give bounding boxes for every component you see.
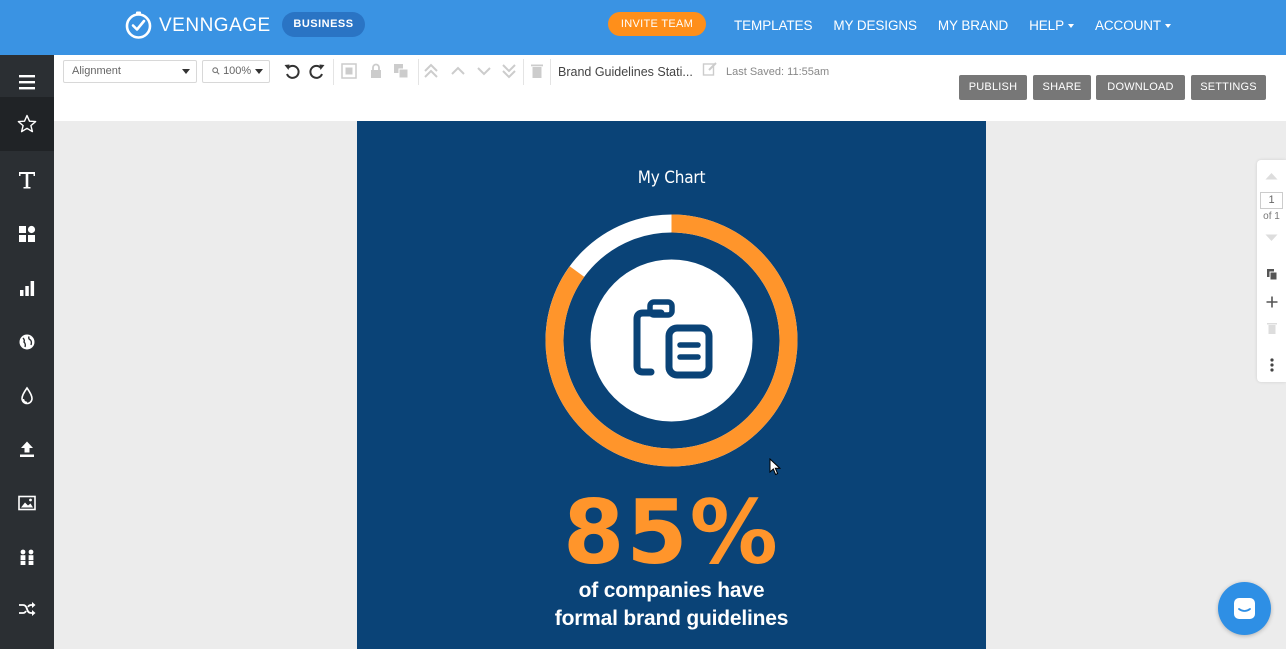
star-icon xyxy=(17,114,37,133)
undo-icon[interactable] xyxy=(283,62,301,80)
publish-button[interactable]: PUBLISH xyxy=(959,75,1027,100)
invite-team-button[interactable]: INVITE TEAM xyxy=(608,12,706,36)
sidebar-text[interactable] xyxy=(0,153,54,207)
nav-help[interactable]: HELP xyxy=(1029,18,1074,33)
nav-account-label: ACCOUNT xyxy=(1095,17,1162,33)
document-title[interactable]: Brand Guidelines Stati... xyxy=(558,65,693,79)
toolbar-divider xyxy=(418,59,419,85)
duplicate-icon[interactable] xyxy=(392,62,410,80)
chart-icon xyxy=(20,281,35,296)
top-navbar: VENNGAGE BUSINESS INVITE TEAM TEMPLATES … xyxy=(0,0,1286,55)
drop-icon xyxy=(21,386,33,405)
settings-button[interactable]: SETTINGS xyxy=(1191,75,1266,100)
chat-launcher[interactable] xyxy=(1218,582,1271,635)
sidebar-charts[interactable] xyxy=(0,261,54,315)
lock-icon[interactable] xyxy=(367,62,385,80)
bring-to-front-icon[interactable] xyxy=(422,62,440,80)
search-icon xyxy=(212,67,220,75)
chevron-down-icon xyxy=(255,69,263,74)
zoom-select[interactable]: 100% xyxy=(202,60,270,83)
more-options-icon[interactable] xyxy=(1270,358,1274,372)
bring-forward-icon[interactable] xyxy=(449,62,467,80)
upload-icon xyxy=(20,441,34,457)
sidebar-maps[interactable] xyxy=(0,315,54,369)
image-icon xyxy=(18,495,36,511)
page-down-icon[interactable] xyxy=(1265,234,1278,242)
app-window: VENNGAGE BUSINESS INVITE TEAM TEMPLATES … xyxy=(0,0,1286,649)
sidebar-icons[interactable] xyxy=(0,530,54,584)
plan-badge: BUSINESS xyxy=(282,12,365,37)
venngage-logo[interactable]: VENNGAGE xyxy=(124,11,271,40)
brand-name: VENNGAGE xyxy=(159,14,271,36)
group-icon[interactable] xyxy=(340,62,358,80)
copy-page-icon[interactable] xyxy=(1266,268,1278,281)
stat-caption-line-2[interactable]: formal brand guidelines xyxy=(357,607,986,631)
sidebar-favorites[interactable] xyxy=(0,97,54,151)
current-page-field[interactable]: 1 xyxy=(1260,192,1283,209)
send-backward-icon[interactable] xyxy=(475,62,493,80)
nav-my-designs[interactable]: MY DESIGNS xyxy=(833,18,917,33)
stat-value[interactable]: 85% xyxy=(357,489,986,577)
chevron-down-icon xyxy=(1165,23,1172,28)
left-sidebar xyxy=(0,55,54,649)
editor-toolbar: Alignment 100% Brand Guidelines Stati...… xyxy=(54,55,1286,121)
delete-page-icon[interactable] xyxy=(1267,322,1277,334)
people-icon xyxy=(20,549,34,565)
send-to-back-icon[interactable] xyxy=(500,62,518,80)
sidebar-images[interactable] xyxy=(0,476,54,530)
mouse-cursor-icon xyxy=(769,458,781,476)
stat-caption-line-1[interactable]: of companies have xyxy=(357,579,986,603)
redo-icon[interactable] xyxy=(308,62,326,80)
toolbar-divider xyxy=(523,59,524,85)
page-navigator: 1 of 1 xyxy=(1257,160,1286,382)
shapes-icon xyxy=(19,225,36,242)
zoom-value: 100% xyxy=(223,65,252,77)
nav-links: TEMPLATES MY DESIGNS MY BRAND HELP ACCOU… xyxy=(734,0,1192,50)
toolbar-divider xyxy=(333,59,334,85)
sidebar-shapes[interactable] xyxy=(0,207,54,261)
trash-icon[interactable] xyxy=(528,62,546,80)
sidebar-colors[interactable] xyxy=(0,369,54,423)
text-icon xyxy=(19,172,35,189)
donut-chart[interactable] xyxy=(544,213,799,468)
chart-title[interactable]: My Chart xyxy=(357,168,986,188)
nav-help-label: HELP xyxy=(1029,17,1064,33)
nav-my-brand[interactable]: MY BRAND xyxy=(938,18,1008,33)
toolbar-divider xyxy=(550,59,551,85)
design-canvas[interactable]: My Chart 85% of companies have formal br… xyxy=(357,121,986,649)
download-button[interactable]: DOWNLOAD xyxy=(1096,75,1185,100)
nav-account[interactable]: ACCOUNT xyxy=(1095,17,1172,33)
page-count: of 1 xyxy=(1263,211,1280,222)
sidebar-uploads[interactable] xyxy=(0,422,54,476)
chevron-down-icon xyxy=(1068,23,1074,28)
chevron-down-icon xyxy=(182,69,190,74)
add-page-icon[interactable] xyxy=(1266,296,1278,308)
share-button[interactable]: SHARE xyxy=(1033,75,1091,100)
edit-icon[interactable] xyxy=(702,61,718,77)
chat-icon xyxy=(1234,598,1255,619)
alignment-select[interactable]: Alignment xyxy=(63,60,197,83)
shuffle-icon xyxy=(19,602,36,616)
sidebar-shuffle[interactable] xyxy=(0,582,54,636)
page-up-icon[interactable] xyxy=(1265,172,1278,180)
globe-icon xyxy=(19,334,35,350)
alignment-value: Alignment xyxy=(72,65,121,77)
logo-clock-icon xyxy=(125,11,152,39)
last-saved-status: Last Saved: 11:55am xyxy=(726,66,830,78)
menu-icon xyxy=(19,75,35,90)
nav-templates[interactable]: TEMPLATES xyxy=(734,18,812,33)
